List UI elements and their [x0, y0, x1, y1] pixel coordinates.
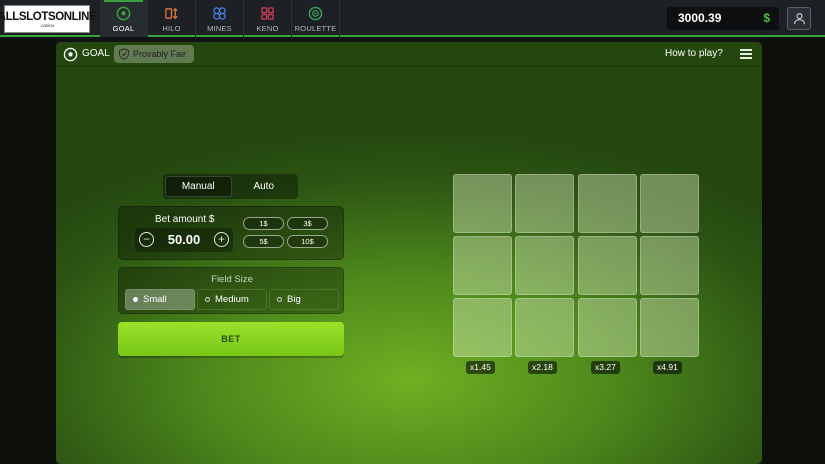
hilo-arrows-icon [165, 7, 178, 19]
board-cell[interactable] [453, 298, 512, 357]
logo-subtext: .casino [39, 22, 55, 28]
provably-fair-label: Provably Fair [133, 49, 187, 59]
field-size-option-label: Medium [215, 294, 249, 305]
balance-value: 3000.39 [678, 11, 722, 25]
tab-goal[interactable]: GOAL [100, 0, 148, 37]
quick-bet-button[interactable]: 1$ [243, 217, 284, 230]
board-cell[interactable] [453, 236, 512, 295]
board-cell[interactable] [453, 174, 512, 233]
game-title: GOAL [82, 48, 110, 59]
tab-mines[interactable]: MINES [196, 0, 244, 37]
field-size-option-label: Big [287, 294, 301, 305]
balance-currency: $ [763, 11, 770, 25]
board-cell[interactable] [578, 174, 637, 233]
field-size-option-label: Small [143, 294, 167, 305]
board-cell[interactable] [578, 236, 637, 295]
radio-dot [277, 297, 282, 302]
game-panel: GOAL Provably Fair How to play? Manual A… [56, 42, 762, 464]
menu-icon[interactable] [740, 49, 752, 59]
tab-mines-label: MINES [207, 23, 232, 33]
soccer-ball-icon [116, 6, 131, 20]
bet-amount-value[interactable]: 50.00 [159, 232, 209, 247]
keno-icon [261, 6, 274, 20]
decrease-bet-button[interactable]: − [139, 232, 154, 247]
board-cell[interactable] [640, 236, 699, 295]
board-cell[interactable] [578, 298, 637, 357]
board-cell[interactable] [515, 236, 574, 295]
tab-roulette-label: ROULETTE [294, 23, 337, 33]
board-cell[interactable] [640, 174, 699, 233]
mode-toggle: Manual Auto [163, 174, 298, 199]
bet-amount-stepper: − 50.00 + [135, 228, 233, 252]
user-icon [793, 13, 805, 25]
tab-hilo-label: HILO [162, 23, 181, 33]
field-size-small[interactable]: Small [125, 289, 195, 310]
roulette-icon [308, 6, 323, 20]
bet-amount-box: Bet amount $ − 50.00 + 1$ 3$ 5$ 10$ [118, 206, 344, 260]
column-multiplier: x3.27 [591, 361, 620, 374]
soccer-ball-icon [63, 47, 78, 62]
quick-bet-button[interactable]: 3$ [287, 217, 328, 230]
bet-amount-label: Bet amount $ [155, 214, 215, 225]
field-size-medium[interactable]: Medium [197, 289, 267, 310]
radio-dot [205, 297, 210, 302]
balance-display: 3000.39 $ [667, 7, 779, 30]
radio-dot [133, 297, 138, 302]
bet-button[interactable]: BET [118, 322, 344, 356]
tab-keno[interactable]: KENO [244, 0, 292, 37]
site-logo[interactable]: ALLSLOTSONLINE .casino [0, 5, 97, 33]
increase-bet-button[interactable]: + [214, 232, 229, 247]
tab-goal-label: GOAL [112, 23, 135, 33]
mode-auto-tab[interactable]: Auto [232, 176, 297, 197]
tab-hilo[interactable]: HILO [148, 0, 196, 37]
how-to-play-link[interactable]: How to play? [665, 48, 723, 59]
game-nav: GOAL HILO MINES KENO ROULETTE [100, 0, 340, 37]
right-margin [762, 39, 825, 464]
field-size-box: Field Size Small Medium Big [118, 267, 344, 314]
top-bar: ALLSLOTSONLINE .casino GOAL HILO MINES K… [0, 0, 825, 37]
provably-fair-button[interactable]: Provably Fair [114, 45, 194, 63]
mode-manual-tab[interactable]: Manual [165, 176, 232, 197]
quick-bet-button[interactable]: 10$ [287, 235, 328, 248]
logo-text: ALLSLOTSONLINE [0, 10, 97, 23]
column-multiplier: x1.45 [466, 361, 495, 374]
panel-header: GOAL Provably Fair How to play? [56, 42, 762, 67]
board-cell[interactable] [515, 298, 574, 357]
mines-icon [213, 6, 226, 20]
board-cell[interactable] [640, 298, 699, 357]
shield-check-icon [119, 48, 129, 60]
tab-roulette[interactable]: ROULETTE [292, 0, 340, 37]
board-cell[interactable] [515, 174, 574, 233]
left-margin [0, 39, 56, 464]
field-size-big[interactable]: Big [269, 289, 339, 310]
quick-bet-button[interactable]: 5$ [243, 235, 284, 248]
user-account-button[interactable] [787, 7, 811, 30]
tab-keno-label: KENO [256, 23, 279, 33]
column-multiplier: x2.18 [528, 361, 557, 374]
column-multiplier: x4.91 [653, 361, 682, 374]
field-size-label: Field Size [211, 274, 253, 285]
